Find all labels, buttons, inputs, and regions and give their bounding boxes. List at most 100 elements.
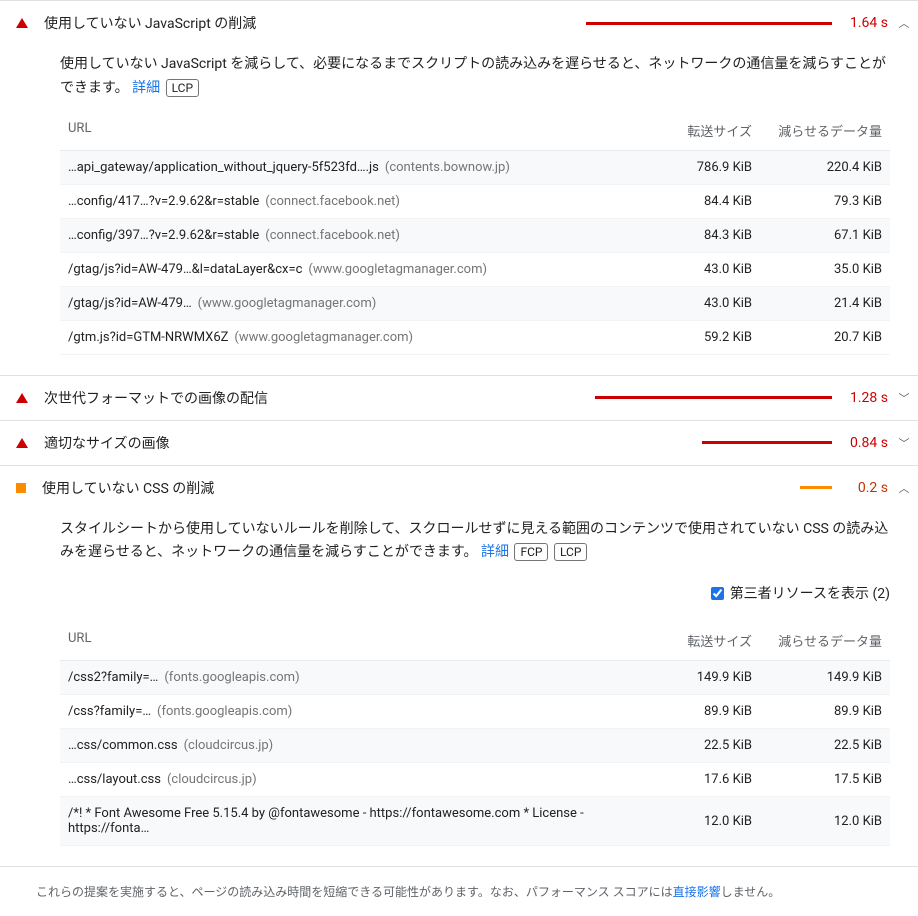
savings-cell: 79.3 KiB bbox=[760, 184, 890, 218]
column-header: 転送サイズ bbox=[650, 111, 760, 151]
url-cell: /gtag/js?id=AW-479…&l=dataLayer&cx=c(www… bbox=[60, 252, 650, 286]
savings-cell: 12.0 KiB bbox=[760, 797, 890, 846]
savings-cell: 67.1 KiB bbox=[760, 218, 890, 252]
url-cell: …config/417…?v=2.9.62&r=stable(connect.f… bbox=[60, 184, 650, 218]
table-row: /gtag/js?id=AW-479…&l=dataLayer&cx=c(www… bbox=[60, 252, 890, 286]
url-cell: …css/layout.css(cloudcircus.jp) bbox=[60, 763, 650, 797]
audit-unused-css: 使用していない CSS の削減 0.2 s ︿ スタイルシートから使用していないルール… bbox=[0, 465, 918, 867]
table-row: /*! * Font Awesome Free 5.15.4 by @fonta… bbox=[60, 797, 890, 846]
savings-bar bbox=[595, 396, 832, 399]
metric-tag: FCP bbox=[514, 543, 548, 561]
savings-cell: 20.7 KiB bbox=[760, 320, 890, 354]
footer-note: これらの提案を実施すると、ページの読み込み時間を短縮できる可能性があります。なお… bbox=[36, 867, 918, 916]
url-host: (connect.facebook.net) bbox=[265, 228, 400, 243]
resources-table: URL転送サイズ減らせるデータ量/css2?family=…(fonts.goo… bbox=[60, 621, 890, 846]
url-host: (www.googletagmanager.com) bbox=[234, 330, 413, 345]
size-cell: 149.9 KiB bbox=[650, 661, 760, 695]
square-orange-icon bbox=[16, 483, 26, 493]
audit-unused-js: 使用していない JavaScript の削減1.64 s︿使用していない Jav… bbox=[0, 0, 918, 375]
table-row: /gtag/js?id=AW-479…(www.googletagmanager… bbox=[60, 286, 890, 320]
savings-cell: 22.5 KiB bbox=[760, 729, 890, 763]
metric-tag: LCP bbox=[166, 79, 199, 97]
table-row: …config/397…?v=2.9.62&r=stable(connect.f… bbox=[60, 218, 890, 252]
audit-header[interactable]: 使用していない JavaScript の削減 1.64 s ︿ bbox=[0, 1, 918, 45]
audit-header[interactable]: 使用していない CSS の削減 0.2 s ︿ bbox=[0, 466, 918, 510]
url-cell: /gtag/js?id=AW-479…(www.googletagmanager… bbox=[60, 286, 650, 320]
size-cell: 12.0 KiB bbox=[650, 797, 760, 846]
url-cell: …css/common.css(cloudcircus.jp) bbox=[60, 729, 650, 763]
table-row: …api_gateway/application_without_jquery-… bbox=[60, 150, 890, 184]
url-cell: …config/397…?v=2.9.62&r=stable(connect.f… bbox=[60, 218, 650, 252]
size-cell: 59.2 KiB bbox=[650, 320, 760, 354]
third-party-checkbox[interactable] bbox=[711, 587, 724, 600]
savings-cell: 89.9 KiB bbox=[760, 695, 890, 729]
url-cell: …api_gateway/application_without_jquery-… bbox=[60, 150, 650, 184]
savings-cell: 21.4 KiB bbox=[760, 286, 890, 320]
audit-title: 使用していない CSS の削減 bbox=[42, 478, 782, 498]
table-row: /css2?family=…(fonts.googleapis.com)149.… bbox=[60, 661, 890, 695]
table-row: /css?family=…(fonts.googleapis.com)89.9 … bbox=[60, 695, 890, 729]
url-host: (www.googletagmanager.com) bbox=[308, 262, 487, 277]
size-cell: 84.4 KiB bbox=[650, 184, 760, 218]
savings-cell: 17.5 KiB bbox=[760, 763, 890, 797]
size-cell: 786.9 KiB bbox=[650, 150, 760, 184]
chevron-down-icon[interactable]: ﹀ bbox=[898, 392, 910, 404]
url-host: (cloudcircus.jp) bbox=[184, 738, 274, 753]
size-cell: 22.5 KiB bbox=[650, 729, 760, 763]
url-host: (contents.bownow.jp) bbox=[385, 160, 510, 175]
audit-description: スタイルシートから使用していないルールを削除して、スクロールせずに見える範囲のコ… bbox=[60, 518, 890, 566]
url-cell: /*! * Font Awesome Free 5.15.4 by @fonta… bbox=[60, 797, 650, 846]
audit-title: 使用していない JavaScript の削減 bbox=[44, 13, 586, 33]
table-row: …css/common.css(cloudcircus.jp)22.5 KiB2… bbox=[60, 729, 890, 763]
url-host: (fonts.googleapis.com) bbox=[164, 670, 299, 685]
size-cell: 84.3 KiB bbox=[650, 218, 760, 252]
savings-cell: 35.0 KiB bbox=[760, 252, 890, 286]
triangle-red-icon bbox=[16, 438, 28, 448]
size-cell: 17.6 KiB bbox=[650, 763, 760, 797]
column-header: 減らせるデータ量 bbox=[760, 111, 890, 151]
chevron-down-icon[interactable]: ﹀ bbox=[898, 437, 910, 449]
url-cell: /css?family=…(fonts.googleapis.com) bbox=[60, 695, 650, 729]
audit-title: 次世代フォーマットでの画像の配信 bbox=[44, 388, 595, 408]
chevron-up-icon[interactable]: ︿ bbox=[898, 17, 910, 29]
third-party-label: 第三者リソースを表示 (2) bbox=[730, 583, 890, 603]
learn-more-link[interactable]: 詳細 bbox=[481, 544, 509, 560]
column-header: URL bbox=[60, 111, 650, 151]
audit-image-size: 適切なサイズの画像 0.84 s ﹀ bbox=[0, 420, 918, 465]
audit-time: 1.28 s bbox=[844, 390, 888, 406]
url-host: (www.googletagmanager.com) bbox=[198, 296, 377, 311]
audit-time: 0.2 s bbox=[844, 480, 888, 496]
savings-bar bbox=[702, 441, 832, 444]
size-cell: 89.9 KiB bbox=[650, 695, 760, 729]
url-host: (connect.facebook.net) bbox=[265, 194, 400, 209]
resources-table: URL転送サイズ減らせるデータ量 …api_gateway/application… bbox=[60, 111, 890, 355]
audit-next-gen-images: 次世代フォーマットでの画像の配信 1.28 s ﹀ bbox=[0, 375, 918, 420]
audit-title: 適切なサイズの画像 bbox=[44, 433, 702, 453]
savings-cell: 149.9 KiB bbox=[760, 661, 890, 695]
third-party-toggle: 第三者リソースを表示 (2) bbox=[60, 569, 890, 611]
footer-link[interactable]: 直接影響 bbox=[673, 885, 721, 899]
savings-bar bbox=[782, 486, 832, 489]
url-host: (fonts.googleapis.com) bbox=[157, 704, 292, 719]
url-cell: /css2?family=…(fonts.googleapis.com) bbox=[60, 661, 650, 695]
audit-header[interactable]: 次世代フォーマットでの画像の配信 1.28 s ﹀ bbox=[0, 376, 918, 420]
url-cell: /gtm.js?id=GTM-NRWMX6Z(www.googletagmana… bbox=[60, 320, 650, 354]
table-row: /gtm.js?id=GTM-NRWMX6Z(www.googletagmana… bbox=[60, 320, 890, 354]
learn-more-link[interactable]: 詳細 bbox=[132, 80, 160, 96]
table-row: …config/417…?v=2.9.62&r=stable(connect.f… bbox=[60, 184, 890, 218]
audit-header[interactable]: 適切なサイズの画像 0.84 s ﹀ bbox=[0, 421, 918, 465]
column-header: 減らせるデータ量 bbox=[760, 621, 890, 661]
audit-time: 1.64 s bbox=[844, 15, 888, 31]
size-cell: 43.0 KiB bbox=[650, 252, 760, 286]
audit-time: 0.84 s bbox=[844, 435, 888, 451]
triangle-red-icon bbox=[16, 18, 28, 28]
chevron-up-icon[interactable]: ︿ bbox=[898, 482, 910, 494]
column-header: 転送サイズ bbox=[650, 621, 760, 661]
audit-body: スタイルシートから使用していないルールを削除して、スクロールせずに見える範囲のコ… bbox=[0, 510, 918, 867]
savings-cell: 220.4 KiB bbox=[760, 150, 890, 184]
url-host: (cloudcircus.jp) bbox=[167, 772, 257, 787]
audit-body: 使用していない JavaScript を減らして、必要になるまでスクリプトの読み… bbox=[0, 45, 918, 375]
column-header: URL bbox=[60, 621, 650, 661]
triangle-red-icon bbox=[16, 393, 28, 403]
metric-tag: LCP bbox=[554, 543, 587, 561]
